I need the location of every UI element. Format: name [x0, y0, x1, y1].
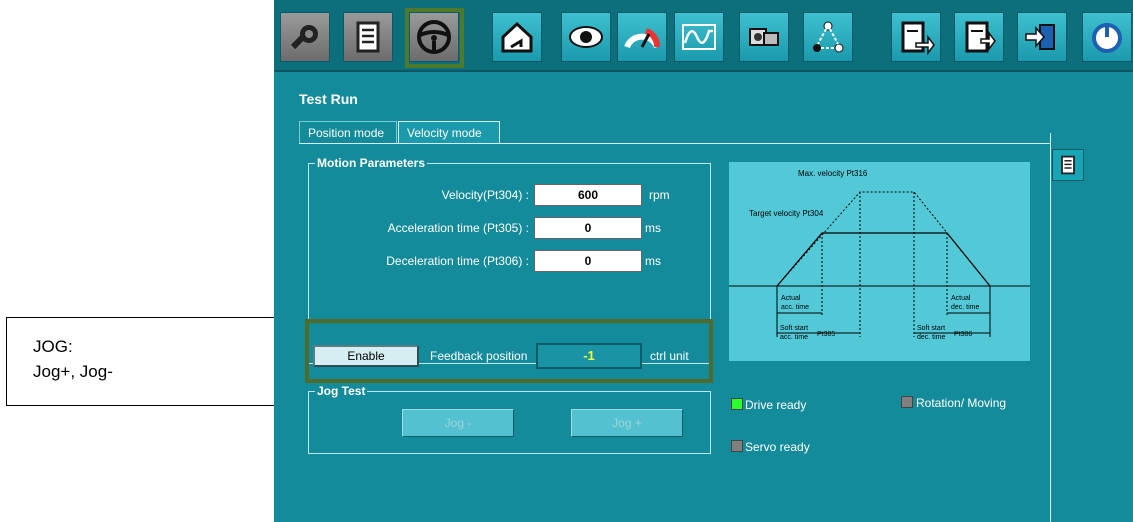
tab-divider	[299, 143, 1050, 144]
soft-start-acc-line1: Soft start	[780, 325, 808, 332]
soft-start-acc-pt: Pt305	[817, 331, 835, 338]
acceleration-label: Acceleration time (Pt305) :	[387, 221, 529, 235]
toolbar	[274, 0, 1133, 72]
speedometer-icon	[624, 28, 660, 49]
jog-callout: JOG: Jog+, Jog-	[6, 317, 276, 406]
jog-minus-button[interactable]: Jog -	[402, 409, 514, 437]
selected-tool-highlight	[405, 8, 464, 68]
wrench-gear-icon	[290, 25, 318, 50]
servo-drive-button[interactable]	[739, 12, 789, 62]
soft-start-dec-line2: dec. time	[917, 334, 946, 341]
drive-ready-label: Drive ready	[745, 398, 807, 412]
list-document-icon	[1061, 155, 1075, 175]
document-export-icon	[965, 21, 996, 53]
monitor-button[interactable]	[561, 12, 611, 62]
velocity-input[interactable]: 600	[534, 184, 642, 206]
dashboard-button[interactable]	[617, 12, 667, 62]
actual-dec-line2: dec. time	[951, 304, 980, 311]
home-button[interactable]	[492, 12, 542, 62]
target-velocity-pt: Pt304	[802, 209, 823, 218]
acceleration-input[interactable]: 0	[534, 217, 642, 239]
actual-acc-line1: Actual	[781, 295, 801, 302]
max-velocity-pt: Pt316	[846, 169, 867, 178]
jog-test-legend: Jog Test	[317, 384, 366, 398]
servo-motor-icon	[749, 28, 779, 46]
path-nodes-icon	[813, 21, 844, 53]
motion-path-button[interactable]	[803, 12, 853, 62]
tab-position-mode[interactable]: Position mode	[299, 121, 397, 143]
svg-text:Max. velocity Pt316: Max. velocity Pt316	[798, 169, 868, 178]
document-import-icon	[901, 21, 935, 56]
drive-ready-led	[731, 398, 743, 410]
right-divider	[1050, 133, 1051, 522]
home-icon	[501, 21, 533, 53]
soft-start-dec-pt: Pt306	[954, 331, 972, 338]
import-button[interactable]	[891, 12, 941, 62]
velocity-unit: rpm	[649, 188, 670, 202]
waveform-icon	[682, 24, 716, 50]
jog-plus-button[interactable]: Jog +	[571, 409, 683, 437]
chip-download-icon	[1025, 24, 1055, 50]
deceleration-input[interactable]: 0	[534, 250, 642, 272]
eye-icon	[569, 26, 603, 48]
parameter-doc-button[interactable]	[1052, 149, 1084, 181]
max-velocity-label: Max. velocity	[798, 169, 844, 178]
acceleration-unit: ms	[645, 221, 661, 235]
actual-dec-line1: Actual	[951, 295, 971, 302]
list-document-icon	[356, 21, 380, 53]
tab-velocity-mode[interactable]: Velocity mode	[398, 121, 500, 143]
restart-button[interactable]	[1082, 12, 1132, 62]
callout-line-2: Jog+, Jog-	[33, 362, 113, 381]
soft-start-dec-line1: Soft start	[917, 325, 945, 332]
parameter-list-button[interactable]	[343, 12, 393, 62]
jog-highlight-box	[305, 319, 713, 383]
settings-button[interactable]	[280, 12, 330, 62]
servo-ready-label: Servo ready	[745, 440, 810, 454]
servo-ready-led	[731, 440, 743, 452]
rotation-moving-led	[901, 396, 913, 408]
power-restart-icon	[1092, 23, 1122, 53]
page-title: Test Run	[299, 91, 358, 107]
callout-line-1: JOG:	[33, 337, 73, 356]
rotation-moving-label: Rotation/ Moving	[916, 396, 1007, 410]
velocity-label: Velocity(Pt304) :	[441, 188, 529, 202]
download-button[interactable]	[1017, 12, 1067, 62]
soft-start-acc-line2: acc. time	[780, 334, 808, 341]
target-velocity-label: Target velocity	[749, 209, 800, 218]
export-button[interactable]	[954, 12, 1004, 62]
actual-acc-line2: acc. time	[781, 304, 809, 311]
deceleration-unit: ms	[645, 254, 661, 268]
motion-parameters-legend: Motion Parameters	[317, 156, 426, 170]
svg-text:Target velocity Pt304: Target velocity Pt304	[749, 209, 824, 218]
deceleration-label: Deceleration time (Pt306) :	[386, 254, 529, 268]
velocity-profile-diagram: Max. velocity Pt316 Target velocity Pt30…	[729, 162, 1030, 361]
waveform-button[interactable]	[674, 12, 724, 62]
app-window: Test Run Position mode Velocity mode Mot…	[274, 0, 1133, 522]
